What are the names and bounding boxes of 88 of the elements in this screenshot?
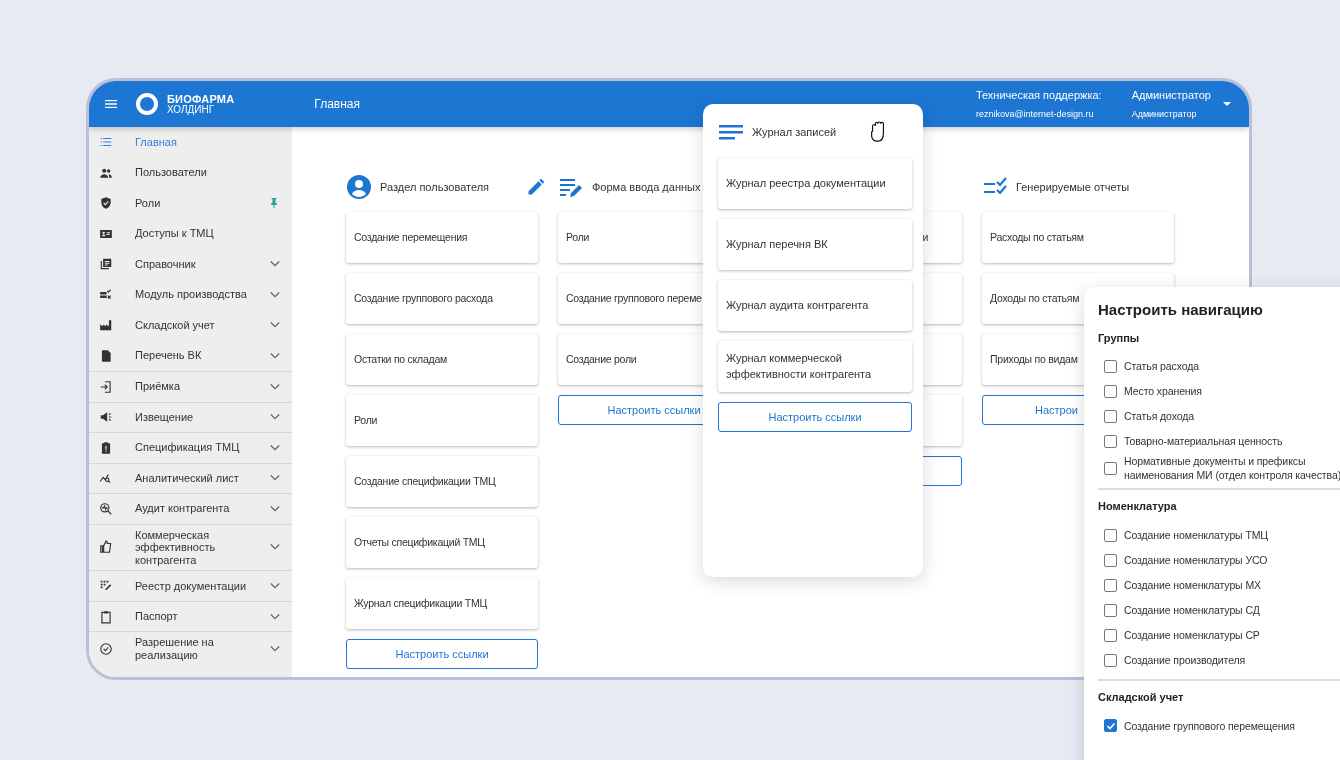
sidebar-item[interactable]: Коммерческая эффективность контрагента	[89, 523, 292, 571]
chevron-icon[interactable]	[270, 503, 280, 514]
popup-title: Журнал записей	[752, 124, 837, 140]
sidebar-item[interactable]: Складской учет	[89, 310, 292, 341]
section-title: Генерируемые отчеты	[1016, 179, 1130, 195]
page-title: Главная	[314, 96, 360, 113]
section-heading: Складской учет	[1098, 689, 1185, 705]
section-title: Раздел пользователя	[380, 179, 490, 195]
checkbox[interactable]	[1104, 435, 1117, 448]
link-card[interactable]: Журнал перечня ВК	[718, 219, 912, 270]
check-circle-icon	[99, 642, 113, 657]
checkbox[interactable]	[1104, 578, 1117, 592]
link-card[interactable]: Журнал аудита контрагента	[718, 280, 912, 331]
login-icon	[99, 379, 113, 394]
checkbox[interactable]	[1104, 461, 1117, 475]
user-role: Администратор	[1131, 107, 1198, 121]
support-email[interactable]: reznikova@internet-design.ru	[975, 107, 1102, 121]
chevron-icon[interactable]	[270, 381, 280, 392]
link-card[interactable]: Остатки по складам	[346, 334, 538, 385]
checkbox[interactable]	[1104, 360, 1117, 373]
link-card[interactable]: Расходы по статьям	[982, 212, 1174, 263]
chevron-icon[interactable]	[270, 289, 280, 300]
checkbox-label: Создание номенклатуры УСО	[1124, 553, 1268, 568]
checkbox[interactable]	[1104, 410, 1117, 423]
shield-icon	[99, 196, 113, 211]
sidebar-item[interactable]: Пользователи	[89, 157, 292, 188]
pin-icon[interactable]	[268, 197, 280, 210]
checkbox-label: Создание номенклатуры СД	[1124, 603, 1260, 618]
checkbox-label: Создание производителя	[1124, 653, 1246, 668]
lines-icon	[718, 122, 744, 142]
pencil-icon[interactable]	[526, 177, 546, 197]
sidebar-item[interactable]: Приёмка	[89, 371, 292, 402]
checkbox-label: Создание номенклатуры ТМЦ	[1124, 528, 1268, 543]
sidebar-item[interactable]: Паспорт	[89, 600, 292, 632]
sidebar-item[interactable]: Модуль производства	[89, 279, 292, 310]
sidebar-item[interactable]: Извещение	[89, 401, 292, 432]
configure-links-button[interactable]: Настроить ссылки	[346, 639, 538, 669]
clipboard-alert-icon	[99, 440, 113, 455]
checkbox-label: Создание номенклатуры СР	[1124, 628, 1260, 643]
checklist-icon	[99, 287, 113, 302]
sidebar-item[interactable]: Реестр документации	[89, 570, 292, 601]
link-card[interactable]: Журнал коммерческой эффективности контрагента	[718, 341, 912, 392]
caret-icon[interactable]	[1223, 101, 1231, 107]
checkbox[interactable]	[1104, 653, 1117, 667]
checkbox[interactable]	[1104, 385, 1117, 398]
factory-icon	[99, 318, 113, 333]
logo-icon	[135, 92, 159, 116]
user-name: Администратор	[1131, 88, 1211, 103]
chevron-icon[interactable]	[270, 611, 280, 622]
checkbox-label: Создание группового перемещения	[1124, 718, 1295, 733]
logo-text: БИОФАРМА	[167, 93, 235, 105]
sidebar-item[interactable]: Справочник	[89, 249, 292, 280]
thumbs-up-icon	[99, 540, 113, 555]
sidebar-item[interactable]: Главная	[89, 127, 292, 158]
chevron-icon[interactable]	[270, 442, 280, 453]
support-label: Техническая поддержка:	[975, 88, 1102, 103]
checkbox[interactable]	[1104, 719, 1117, 733]
link-card[interactable]: Создание спецификации ТМЦ	[346, 456, 538, 507]
sidebar-item[interactable]: Спецификация ТМЦ	[89, 432, 292, 463]
search-icon	[99, 501, 113, 516]
checkbox[interactable]	[1104, 628, 1117, 642]
checkbox-label: Нормативные документы и префиксы наименования МИ (отдел контроля качества)	[1124, 454, 1340, 483]
sidebar-item[interactable]: Перечень ВК	[89, 340, 292, 371]
document-icon	[99, 348, 113, 363]
user-avatar-icon	[346, 175, 372, 199]
link-card[interactable]: Создание группового расхода	[346, 273, 538, 324]
sidebar-item[interactable]: Аналитический лист	[89, 462, 292, 493]
sidebar-item[interactable]: Аудит контрагента	[89, 493, 292, 524]
configure-links-button[interactable]: Настроить ссылки	[718, 402, 912, 432]
section-title: Форма ввода данных	[592, 179, 701, 195]
link-card[interactable]: Роли	[346, 395, 538, 446]
checkbox[interactable]	[1104, 553, 1117, 567]
checkbox[interactable]	[1104, 603, 1117, 617]
documents-icon	[99, 257, 113, 272]
clipboard-icon	[99, 609, 113, 624]
link-card[interactable]: Журнал реестра документации	[718, 158, 912, 209]
checkbox[interactable]	[1104, 528, 1117, 542]
link-card[interactable]: Отчеты спецификаций ТМЦ	[346, 517, 538, 568]
checkbox-label: Товарно-материальная ценность	[1124, 434, 1283, 449]
logo-subtext: ХОЛДИНГ	[167, 104, 216, 115]
section-heading: Номенклатура	[1098, 499, 1178, 515]
checkbox-label: Создание номенклатуры МХ	[1124, 578, 1261, 593]
link-card[interactable]: Журнал спецификации ТМЦ	[346, 578, 538, 629]
chevron-icon[interactable]	[270, 350, 280, 361]
sidebar-item[interactable]: Доступы к ТМЦ	[89, 218, 292, 249]
link-card[interactable]: Создание перемещения	[346, 212, 538, 263]
sidebar-item[interactable]: Разрешение на реализацию	[89, 631, 292, 666]
sidebar-item[interactable]: Роли	[89, 188, 292, 219]
